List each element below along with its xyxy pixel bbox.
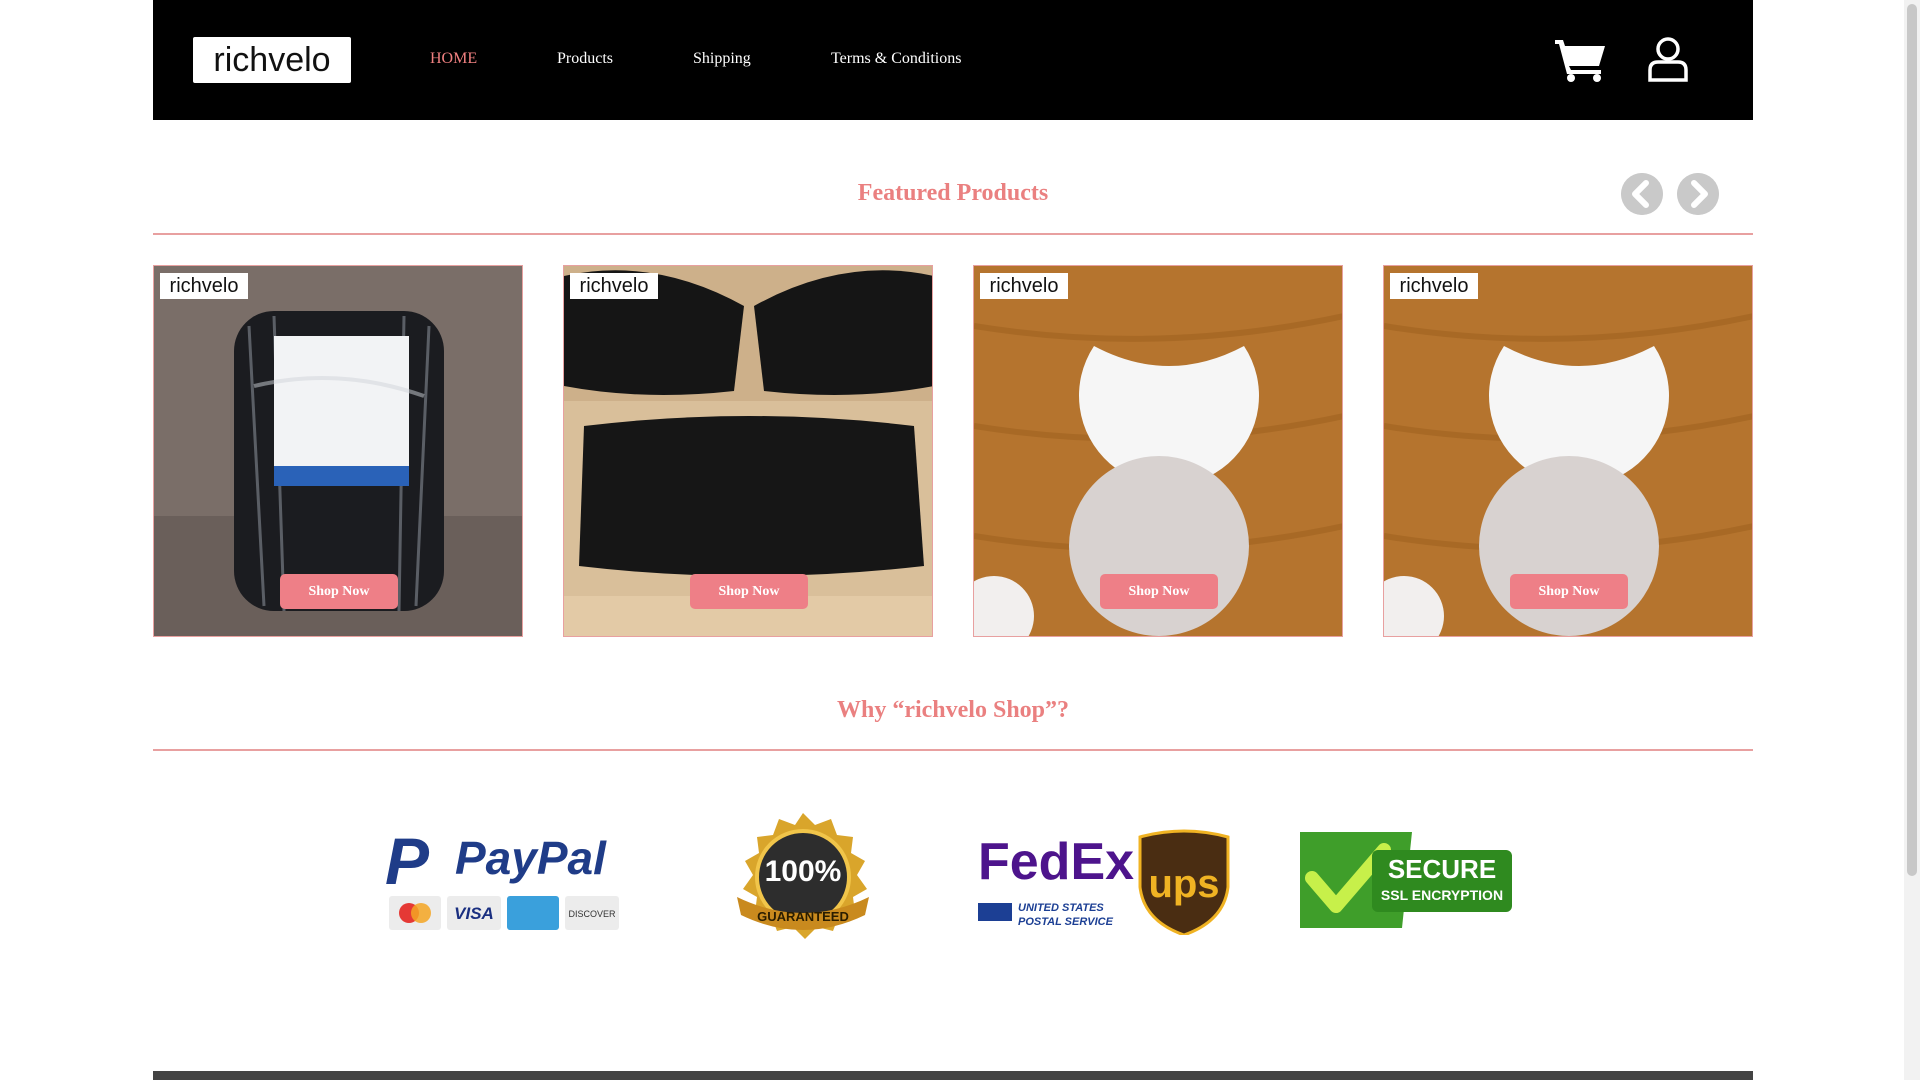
site-header: richvelo HOME Products Shipping Terms & … [153,0,1753,120]
shop-now-button[interactable]: Shop Now [690,574,808,609]
fedex-logo: FedEx [978,833,1134,891]
shop-now-button[interactable]: Shop Now [1100,574,1218,609]
why-divider [153,749,1753,751]
featured-title: Featured Products [857,180,1049,206]
why-title: Why “richvelo Shop”? [836,697,1070,723]
svg-text:DISCOVER: DISCOVER [568,909,616,919]
svg-text:100%: 100% [765,855,842,888]
cart-icon[interactable] [1553,36,1607,82]
svg-text:P: P [385,824,430,898]
product-card[interactable]: richvelo Shop Now [973,265,1343,637]
paypal-badge: P PayPal VISA DISCOVER [385,824,619,930]
nav-products[interactable]: Products [557,50,613,68]
svg-text:POSTAL SERVICE: POSTAL SERVICE [1018,916,1114,928]
shop-now-button[interactable]: Shop Now [1510,574,1628,609]
svg-text:SSL ENCRYPTION: SSL ENCRYPTION [1381,887,1503,903]
product-card[interactable]: richvelo Shop Now [563,265,933,637]
nav-home[interactable]: HOME [430,50,477,68]
svg-text:GUARANTEED: GUARANTEED [757,909,849,924]
nav-terms[interactable]: Terms & Conditions [831,50,961,68]
svg-text:VISA: VISA [454,904,494,923]
svg-text:SECURE: SECURE [1388,854,1496,884]
chevron-left-icon[interactable] [1621,173,1663,215]
paypal-logo: PayPal [455,832,607,884]
site-logo[interactable]: richvelo [193,37,351,83]
page-scrollbar[interactable] [1904,0,1920,1080]
svg-text:UNITED STATES: UNITED STATES [1018,902,1104,914]
featured-divider [153,233,1753,235]
product-card[interactable]: richvelo Shop Now [153,265,523,637]
scrollbar-thumb[interactable] [1907,4,1917,876]
product-card[interactable]: richvelo Shop Now [1383,265,1753,637]
brand-tag: richvelo [1390,273,1478,299]
nav-shipping[interactable]: Shipping [693,50,751,68]
shipping-carriers-badge: FedEx UNITED STATES POSTAL SERVICE ups [978,829,1230,935]
brand-tag: richvelo [160,273,248,299]
brand-tag: richvelo [980,273,1068,299]
chevron-right-icon[interactable] [1677,173,1719,215]
ups-logo: ups [1148,862,1219,906]
user-icon[interactable] [1647,36,1689,82]
shop-now-button[interactable]: Shop Now [280,574,398,609]
brand-tag: richvelo [570,273,658,299]
guarantee-badge: 100% GUARANTEED [737,813,869,939]
secure-ssl-badge: SECURE SSL ENCRYPTION [1300,832,1512,928]
footer-bar [153,1071,1753,1080]
